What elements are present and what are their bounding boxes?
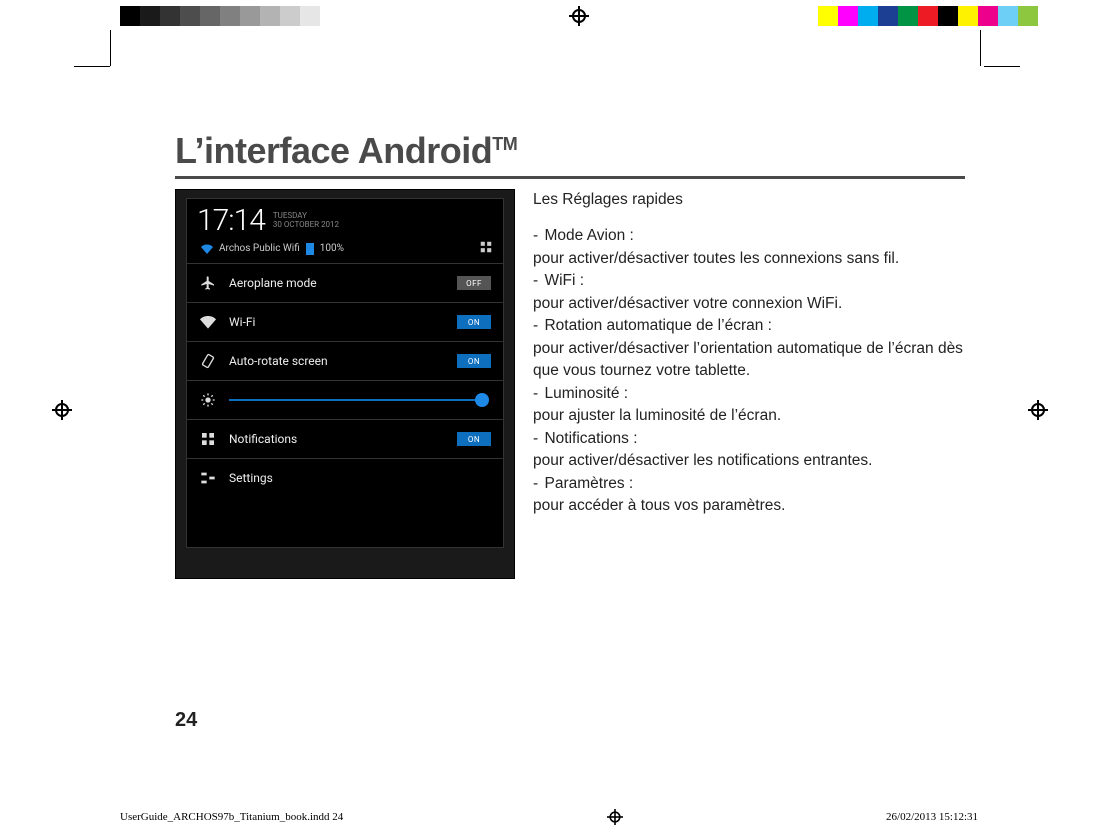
desc-airplane-body: pour activer/désactiver toutes les conne… bbox=[533, 248, 963, 270]
swatch bbox=[978, 6, 998, 26]
grayscale-swatches bbox=[120, 6, 340, 26]
color-swatches bbox=[818, 6, 1038, 26]
registration-mark-bottom bbox=[607, 809, 623, 825]
status-clock-row: 17:14 TUESDAY 30 OCTOBER 2012 bbox=[187, 199, 503, 240]
qs-wifi-toggle[interactable]: ON bbox=[457, 315, 491, 329]
qs-notifications-toggle[interactable]: ON bbox=[457, 432, 491, 446]
desc-notif-body: pour activer/désactiver les notification… bbox=[533, 450, 963, 472]
desc-wifi-body: pour activer/désactiver votre connexion … bbox=[533, 293, 963, 315]
swatch bbox=[280, 6, 300, 26]
swatch bbox=[998, 6, 1018, 26]
qs-rotate-toggle[interactable]: ON bbox=[457, 354, 491, 368]
swatch bbox=[1018, 6, 1038, 26]
trademark: TM bbox=[492, 134, 517, 154]
battery-icon bbox=[306, 243, 314, 255]
qs-wifi-label: Wi-Fi bbox=[229, 315, 445, 329]
swatch bbox=[140, 6, 160, 26]
crop-mark bbox=[980, 30, 981, 66]
clock-date: 30 OCTOBER 2012 bbox=[273, 221, 339, 230]
swatch bbox=[320, 6, 340, 26]
qs-notifications[interactable]: Notifications ON bbox=[187, 420, 503, 459]
swatch bbox=[918, 6, 938, 26]
swatch bbox=[838, 6, 858, 26]
wifi-icon bbox=[201, 243, 213, 255]
swatch bbox=[818, 6, 838, 26]
rotate-icon bbox=[199, 352, 217, 370]
quick-settings-list: Aeroplane mode OFF Wi-Fi ON bbox=[187, 263, 503, 497]
airplane-icon bbox=[199, 274, 217, 292]
swatch bbox=[898, 6, 918, 26]
wifi-icon bbox=[199, 313, 217, 331]
page-content: L’interface AndroidTM 17:14 TUESDAY 30 O… bbox=[110, 60, 980, 750]
print-color-strip bbox=[0, 4, 1098, 28]
crop-mark bbox=[74, 66, 110, 67]
qs-airplane-toggle[interactable]: OFF bbox=[457, 276, 491, 290]
qs-notifications-label: Notifications bbox=[229, 432, 445, 446]
swatch bbox=[858, 6, 878, 26]
print-footer: UserGuide_ARCHOS97b_Titanium_book.indd 2… bbox=[0, 807, 1098, 827]
page-title: L’interface AndroidTM bbox=[175, 130, 980, 172]
brightness-icon bbox=[199, 391, 217, 409]
desc-airplane-title: Mode Avion : bbox=[544, 227, 633, 244]
brightness-slider[interactable] bbox=[229, 399, 483, 401]
qs-rotate[interactable]: Auto-rotate screen ON bbox=[187, 342, 503, 381]
title-text: L’interface Android bbox=[175, 130, 492, 171]
desc-settings-title: Paramètres : bbox=[544, 475, 633, 492]
qs-airplane[interactable]: Aeroplane mode OFF bbox=[187, 264, 503, 303]
ssid-label: Archos Public Wifi bbox=[219, 243, 300, 254]
swatch bbox=[180, 6, 200, 26]
desc-heading: Les Réglages rapides bbox=[533, 189, 963, 211]
swatch bbox=[160, 6, 180, 26]
crop-mark bbox=[984, 66, 1020, 67]
settings-icon bbox=[199, 469, 217, 487]
qs-rotate-label: Auto-rotate screen bbox=[229, 354, 445, 368]
swatch bbox=[120, 6, 140, 26]
footer-filename: UserGuide_ARCHOS97b_Titanium_book.indd 2… bbox=[120, 811, 343, 823]
qs-settings-label: Settings bbox=[229, 471, 491, 485]
quick-settings-icon bbox=[479, 240, 493, 257]
status-bar: Archos Public Wifi 100% bbox=[187, 240, 503, 263]
desc-rotate-body: pour activer/désactiver l’orientation au… bbox=[533, 338, 963, 383]
desc-bright-title: Luminosité : bbox=[544, 385, 628, 402]
desc-rotate-title: Rotation automatique de l’écran : bbox=[544, 317, 771, 334]
footer-timestamp: 26/02/2013 15:12:31 bbox=[886, 811, 978, 823]
description-column: Les Réglages rapides - Mode Avion : pour… bbox=[533, 189, 963, 579]
swatch bbox=[958, 6, 978, 26]
desc-settings-body: pour accéder à tous vos paramètres. bbox=[533, 495, 963, 517]
qs-settings[interactable]: Settings bbox=[187, 459, 503, 497]
swatch bbox=[300, 6, 320, 26]
registration-mark-top bbox=[569, 6, 589, 26]
notifications-icon bbox=[199, 430, 217, 448]
swatch bbox=[938, 6, 958, 26]
desc-notif-title: Notifications : bbox=[544, 430, 637, 447]
swatch bbox=[200, 6, 220, 26]
swatch bbox=[220, 6, 240, 26]
slider-thumb[interactable] bbox=[475, 393, 489, 407]
desc-wifi-title: WiFi : bbox=[544, 272, 584, 289]
registration-mark-right bbox=[1028, 400, 1048, 420]
qs-brightness[interactable] bbox=[187, 381, 503, 420]
swatch bbox=[240, 6, 260, 26]
registration-mark-left bbox=[52, 400, 72, 420]
title-rule bbox=[175, 176, 965, 179]
desc-bright-body: pour ajuster la luminosité de l’écran. bbox=[533, 405, 963, 427]
swatch bbox=[878, 6, 898, 26]
battery-label: 100% bbox=[320, 243, 344, 254]
qs-airplane-label: Aeroplane mode bbox=[229, 276, 445, 290]
qs-wifi[interactable]: Wi-Fi ON bbox=[187, 303, 503, 342]
swatch bbox=[260, 6, 280, 26]
android-screenshot: 17:14 TUESDAY 30 OCTOBER 2012 Archos Pub… bbox=[175, 189, 515, 579]
clock-time: 17:14 bbox=[197, 203, 265, 238]
page-number: 24 bbox=[175, 709, 197, 732]
